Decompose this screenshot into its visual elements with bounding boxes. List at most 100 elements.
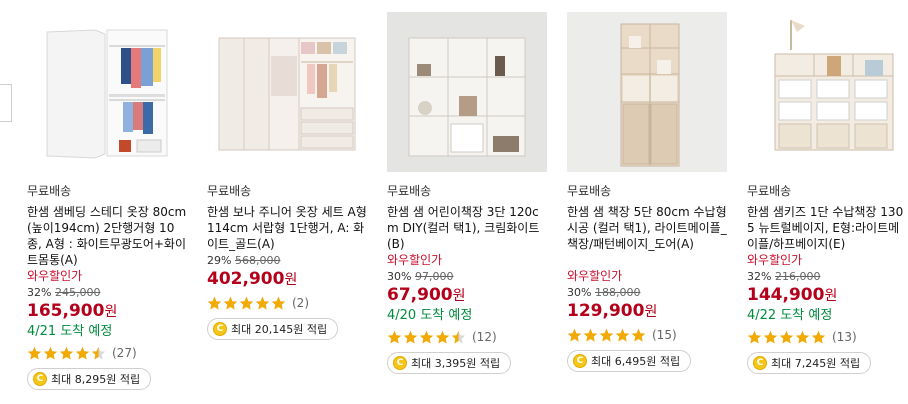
product-card[interactable]: 무료배송 한샘 샘 어린이책장 3단 120cm DIY(컬러 택1), 크림화… <box>387 12 547 374</box>
rating: (15) <box>567 325 727 345</box>
star-icon <box>75 346 90 359</box>
original-price: 568,000 <box>234 254 281 267</box>
price-unit: 원 <box>104 304 118 320</box>
product-image[interactable] <box>387 12 547 172</box>
price-unit: 원 <box>284 272 298 288</box>
star-icon <box>255 296 270 309</box>
points-badge: C 최대 6,495원 적립 <box>567 350 692 372</box>
product-image[interactable] <box>567 12 727 172</box>
review-count: (13) <box>832 330 857 344</box>
star-rating <box>567 328 647 343</box>
wow-discount-badge: 와우할인가 <box>747 253 803 267</box>
product-title[interactable]: 한샘 샘 어린이책장 3단 120cm DIY(컬러 택1), 크림화이트(B) <box>387 204 547 252</box>
points-text: 최대 20,145원 적립 <box>231 323 328 336</box>
rating: (12) <box>387 327 547 347</box>
wardrobe-white-icon <box>27 12 187 172</box>
sale-price: 144,900원 <box>747 284 907 307</box>
coin-icon: C <box>573 354 587 368</box>
points-text: 최대 7,245원 적립 <box>771 357 861 370</box>
star-icon <box>779 330 794 343</box>
original-price: 216,000 <box>774 270 821 283</box>
shipping-label: 무료배송 <box>567 184 612 198</box>
star-icon <box>599 328 614 341</box>
points-badge: C 최대 7,245원 적립 <box>747 352 872 374</box>
product-card[interactable]: 무료배송 한샘 샘 책장 5단 80cm 수납형 시공 (컬러 택1), 라이트… <box>567 12 727 372</box>
product-title[interactable]: 한샘 샘베딩 스테디 옷장 80cm(높이194cm) 2단행거형 10종, A… <box>27 204 187 268</box>
product-image[interactable] <box>747 12 907 172</box>
rating: (2) <box>207 293 367 313</box>
arrival-date: 4/22 도착 예정 <box>747 308 833 323</box>
star-icon <box>387 330 402 343</box>
points-text: 최대 6,495원 적립 <box>591 355 681 368</box>
coin-icon: C <box>753 356 767 370</box>
discount-info: 32% 216,000 <box>747 269 907 284</box>
discount-rate: 32% <box>27 286 52 299</box>
original-price: 245,000 <box>54 286 101 299</box>
original-price: 188,000 <box>594 286 641 299</box>
sale-price: 129,900원 <box>567 300 727 323</box>
points-badge: C 최대 3,395원 적립 <box>387 352 512 374</box>
wow-discount-badge: 와우할인가 <box>567 269 623 283</box>
product-title[interactable]: 한샘 샘키즈 1단 수납책장 1305 뉴트럴베이지, E형:라이트메이플/하프… <box>747 204 907 252</box>
star-icon <box>567 328 582 341</box>
star-icon <box>615 328 630 341</box>
price-value: 129,900 <box>567 301 645 321</box>
cube-bookshelf-icon <box>387 12 547 172</box>
review-count: (27) <box>112 346 137 360</box>
discount-rate: 29% <box>207 254 232 267</box>
price-value: 165,900 <box>27 301 105 321</box>
star-icon <box>763 330 778 343</box>
star-icon <box>583 328 598 341</box>
discount-rate: 30% <box>567 286 592 299</box>
price-unit: 원 <box>452 288 466 304</box>
product-image[interactable] <box>27 12 187 172</box>
star-icon <box>403 330 418 343</box>
star-icon <box>27 346 42 359</box>
shipping-label: 무료배송 <box>207 184 252 198</box>
points-badge: C 최대 20,145원 적립 <box>207 318 339 340</box>
price-unit: 원 <box>824 288 838 304</box>
points-badge: C 최대 8,295원 적립 <box>27 368 152 390</box>
star-icon <box>631 328 646 341</box>
price-value: 144,900 <box>747 285 825 305</box>
review-count: (2) <box>292 296 309 310</box>
arrival-date: 4/21 도착 예정 <box>27 324 113 339</box>
star-icon <box>811 330 826 343</box>
product-title[interactable]: 한샘 보나 주니어 옷장 세트 A형 114cm 서랍형 1단행거, A: 화이… <box>207 204 367 252</box>
star-icon <box>795 330 810 343</box>
star-rating <box>207 296 287 311</box>
original-price: 97,000 <box>414 270 454 283</box>
star-rating <box>747 330 827 345</box>
star-rating <box>27 346 107 361</box>
product-card[interactable]: 무료배송 한샘 샘베딩 스테디 옷장 80cm(높이194cm) 2단행거형 1… <box>27 12 187 390</box>
arrival-date: 4/20 도착 예정 <box>387 308 473 323</box>
discount-rate: 32% <box>747 270 772 283</box>
star-icon <box>207 296 222 309</box>
shipping-label: 무료배송 <box>27 184 72 198</box>
product-image[interactable] <box>207 12 367 172</box>
price-value: 67,900 <box>387 285 453 305</box>
points-text: 최대 8,295원 적립 <box>51 373 141 386</box>
shipping-label: 무료배송 <box>387 184 432 198</box>
wow-discount-badge: 와우할인가 <box>27 269 83 283</box>
coin-icon: C <box>393 356 407 370</box>
price-value: 402,900 <box>207 269 285 289</box>
carousel-prev-button[interactable] <box>0 84 12 122</box>
star-icon <box>223 296 238 309</box>
wow-discount-badge: 와우할인가 <box>387 253 443 267</box>
review-count: (12) <box>472 330 497 344</box>
product-card[interactable]: 무료배송 한샘 보나 주니어 옷장 세트 A형 114cm 서랍형 1단행거, … <box>207 12 367 340</box>
price-unit: 원 <box>644 304 658 320</box>
star-icon <box>419 330 434 343</box>
product-title[interactable]: 한샘 샘 책장 5단 80cm 수납형 시공 (컬러 택1), 라이트메이플_책… <box>567 204 727 268</box>
coin-icon: C <box>213 322 227 336</box>
rating: (13) <box>747 327 907 347</box>
discount-info: 30% 188,000 <box>567 285 727 300</box>
discount-rate: 30% <box>387 270 412 283</box>
product-card[interactable]: 무료배송 한샘 샘키즈 1단 수납책장 1305 뉴트럴베이지, E형:라이트메… <box>747 12 907 374</box>
star-icon <box>59 346 74 359</box>
points-text: 최대 3,395원 적립 <box>411 357 501 370</box>
sale-price: 165,900원 <box>27 300 187 323</box>
star-icon <box>91 346 106 359</box>
shipping-label: 무료배송 <box>747 184 792 198</box>
